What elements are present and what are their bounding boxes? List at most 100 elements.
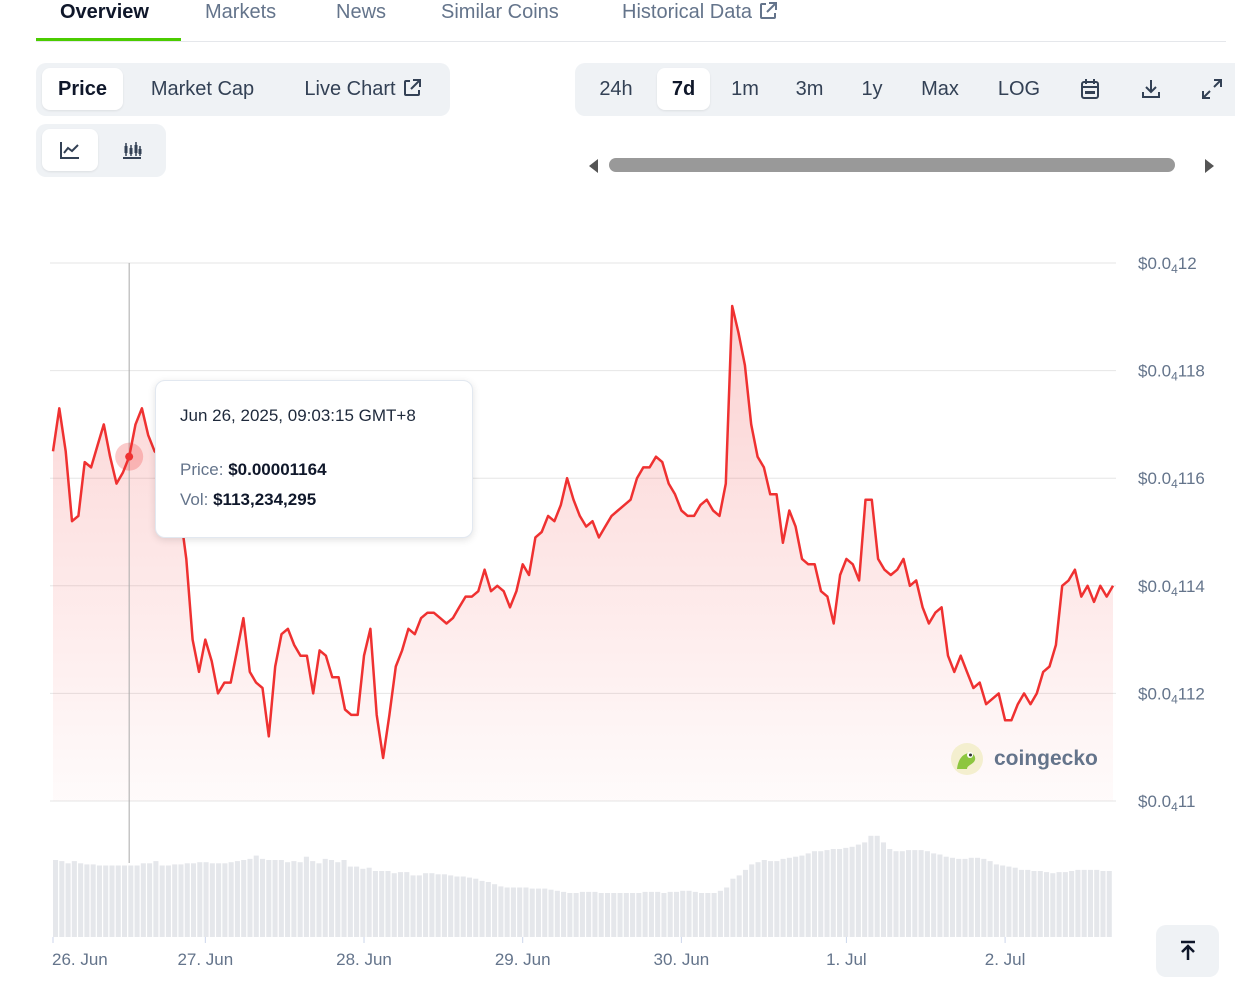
tab-similar-coins[interactable]: Similar Coins [441, 0, 559, 42]
volume-bar [868, 835, 874, 937]
market-cap-button[interactable]: Market Cap [133, 68, 272, 110]
volume-bar [347, 866, 353, 937]
volume-bar [328, 860, 335, 937]
volume-bar [322, 858, 328, 937]
volume-bar [1037, 871, 1043, 937]
fullscreen-button[interactable] [1191, 68, 1233, 110]
volume-bar [579, 891, 585, 937]
volume-bar [71, 861, 77, 937]
log-scale-button[interactable]: LOG [985, 68, 1053, 110]
volume-bar [372, 871, 378, 937]
volume-bar [115, 865, 121, 937]
hover-point [125, 452, 134, 461]
tooltip-price-label: Price: [180, 460, 224, 479]
live-chart-button[interactable]: Live Chart [288, 68, 438, 110]
volume-bar [742, 869, 749, 937]
tab-markets[interactable]: Markets [205, 0, 276, 42]
volume-bar [968, 857, 974, 937]
volume-bar [899, 851, 905, 937]
volume-bar [692, 891, 698, 937]
volume-bar [780, 858, 786, 937]
volume-bar [949, 857, 955, 937]
volume-bar [956, 858, 962, 937]
range-1y-button[interactable]: 1y [849, 68, 895, 110]
line-view-button[interactable] [42, 129, 98, 171]
volume-bar [975, 857, 981, 937]
volume-bar [140, 863, 146, 937]
volume-bar [567, 893, 573, 937]
chart-tooltip: Jun 26, 2025, 09:03:15 GMT+8 Price: $0.0… [155, 380, 473, 538]
volume-bar [818, 851, 824, 937]
volume-bar [247, 858, 253, 937]
volume-bar [648, 891, 654, 937]
volume-bar [805, 853, 811, 937]
tab-news[interactable]: News [336, 0, 386, 42]
candlestick-view-button[interactable] [108, 129, 156, 171]
y-tick-label: $0.0412 [1138, 254, 1197, 276]
volume-bar [592, 891, 598, 937]
volume-bar [1062, 872, 1068, 937]
volume-bar [535, 888, 542, 937]
tab-historical-data-label: Historical Data [622, 1, 753, 23]
volume-bar [849, 846, 855, 937]
volume-bar [278, 860, 284, 937]
main-tabs: Overview Markets News Similar Coins Hist… [36, 0, 1226, 42]
watermark-text: coingecko [994, 747, 1098, 770]
volume-bar [228, 862, 234, 937]
range-max-button[interactable]: Max [909, 68, 971, 110]
volume-bar [153, 861, 159, 937]
download-icon [1142, 80, 1160, 98]
external-link-icon [760, 2, 778, 19]
volume-bar [962, 858, 968, 937]
volume-bar [1025, 869, 1031, 937]
date-range-button[interactable] [1069, 68, 1111, 110]
volume-bar [241, 860, 247, 937]
volume-bar [1000, 865, 1006, 937]
volume-bar [837, 849, 843, 937]
tab-overview[interactable]: Overview [60, 0, 149, 42]
volume-bar [1075, 869, 1081, 937]
price-chart[interactable]: $0.0412 $0.04118 $0.04116 $0.04114 $0.04112 $… [0, 240, 1247, 980]
volume-bar [78, 863, 84, 937]
volume-bar [410, 875, 416, 937]
volume-bar [172, 864, 178, 937]
volume-bar [893, 851, 899, 937]
range-24h-button[interactable]: 24h [585, 68, 647, 110]
volume-bar [460, 876, 466, 937]
price-button[interactable]: Price [42, 68, 123, 110]
volume-bar [1100, 871, 1106, 937]
volume-bar [686, 890, 692, 937]
volume-bar [705, 893, 711, 937]
volume-bar [529, 888, 535, 937]
volume-bar [416, 875, 422, 937]
external-link-icon [403, 79, 421, 96]
tab-historical-data[interactable]: Historical Data [622, 0, 778, 42]
volume-bar [1044, 872, 1050, 937]
volume-bar [59, 861, 65, 937]
volume-bar [1018, 869, 1024, 937]
y-tick-label: $0.0411 [1138, 792, 1195, 814]
volume-bar [498, 886, 504, 937]
volume-bar [630, 893, 636, 937]
range-1m-button[interactable]: 1m [720, 68, 770, 110]
back-to-top-button[interactable] [1156, 925, 1219, 977]
volume-bar [190, 863, 197, 937]
candlestick-icon [123, 142, 142, 159]
volume-bar [786, 857, 792, 937]
volume-bar [699, 893, 705, 937]
range-7d-button[interactable]: 7d [657, 68, 710, 110]
volume-bar [523, 887, 529, 937]
volume-bar [598, 893, 604, 937]
download-button[interactable] [1130, 68, 1172, 110]
x-tick-label: 29. Jun [495, 950, 551, 969]
volume-bar [874, 835, 880, 937]
volume-bar [573, 893, 579, 937]
volume-bar [981, 858, 987, 937]
scroll-thumb[interactable] [609, 158, 1175, 172]
volume-bar [517, 887, 523, 937]
chart-navigator-scrollbar[interactable] [584, 150, 1226, 180]
volume-bar [134, 865, 140, 937]
x-tick-label: 1. Jul [826, 950, 867, 969]
volume-bar [423, 873, 429, 937]
range-3m-button[interactable]: 3m [782, 68, 837, 110]
